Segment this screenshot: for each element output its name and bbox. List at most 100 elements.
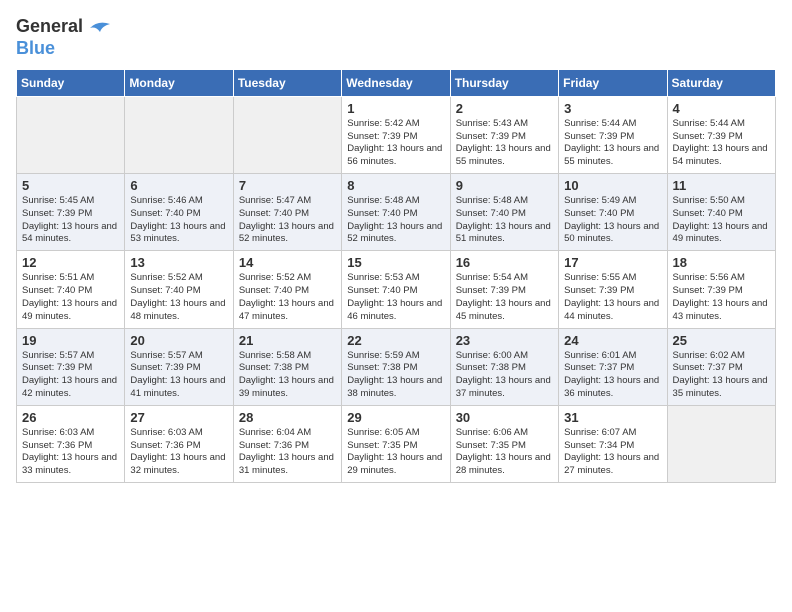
calendar-cell: 7Sunrise: 5:47 AMSunset: 7:40 PMDaylight…: [233, 174, 341, 251]
calendar-cell: 10Sunrise: 5:49 AMSunset: 7:40 PMDayligh…: [559, 174, 667, 251]
day-info: Sunset: 7:40 PM: [564, 208, 661, 221]
calendar-cell: 2Sunrise: 5:43 AMSunset: 7:39 PMDaylight…: [450, 96, 558, 173]
calendar-cell: 4Sunrise: 5:44 AMSunset: 7:39 PMDaylight…: [667, 96, 775, 173]
day-number: 21: [239, 333, 336, 348]
day-info: Sunrise: 5:55 AM: [564, 272, 661, 285]
day-info: Sunset: 7:35 PM: [347, 440, 444, 453]
day-info: Sunrise: 6:03 AM: [130, 427, 227, 440]
day-info: Daylight: 13 hours and 55 minutes.: [564, 143, 661, 169]
day-header-friday: Friday: [559, 69, 667, 96]
calendar-cell: [667, 405, 775, 482]
day-info: Sunrise: 5:48 AM: [456, 195, 553, 208]
day-header-wednesday: Wednesday: [342, 69, 450, 96]
day-info: Sunrise: 5:52 AM: [239, 272, 336, 285]
day-info: Sunrise: 5:57 AM: [22, 350, 119, 363]
day-number: 19: [22, 333, 119, 348]
day-info: Daylight: 13 hours and 27 minutes.: [564, 452, 661, 478]
day-info: Sunset: 7:40 PM: [347, 208, 444, 221]
calendar-cell: 6 Sunrise: 5:46 AMSunset: 7:40 PMDaylight…: [125, 174, 233, 251]
calendar-cell: 29Sunrise: 6:05 AMSunset: 7:35 PMDayligh…: [342, 405, 450, 482]
day-info: Sunrise: 5:48 AM: [347, 195, 444, 208]
day-info: Sunrise: 5:44 AM: [564, 118, 661, 131]
day-info: Sunrise: 5:45 AM: [22, 195, 119, 208]
day-number: 11: [673, 178, 770, 193]
day-info: Daylight: 13 hours and 49 minutes.: [22, 298, 119, 324]
calendar-cell: 30Sunrise: 6:06 AMSunset: 7:35 PMDayligh…: [450, 405, 558, 482]
day-number: 1: [347, 101, 444, 116]
day-info: Daylight: 13 hours and 44 minutes.: [564, 298, 661, 324]
day-info: Sunset: 7:39 PM: [22, 362, 119, 375]
day-header-saturday: Saturday: [667, 69, 775, 96]
calendar-table: SundayMondayTuesdayWednesdayThursdayFrid…: [16, 69, 776, 483]
calendar-cell: 20Sunrise: 5:57 AMSunset: 7:39 PMDayligh…: [125, 328, 233, 405]
day-info: Sunset: 7:40 PM: [673, 208, 770, 221]
day-info: Sunrise: 6:06 AM: [456, 427, 553, 440]
calendar-cell: 11 Sunrise: 5:50 AMSunset: 7:40 PMDayligh…: [667, 174, 775, 251]
day-info: Daylight: 13 hours and 47 minutes.: [239, 298, 336, 324]
day-info: Sunrise: 6:04 AM: [239, 427, 336, 440]
day-info: Sunset: 7:39 PM: [564, 131, 661, 144]
day-info: Sunrise: 6:05 AM: [347, 427, 444, 440]
day-info: Sunrise: 5:44 AM: [673, 118, 770, 131]
day-info: Sunset: 7:39 PM: [22, 208, 119, 221]
calendar-cell: 13Sunrise: 5:52 AMSunset: 7:40 PMDayligh…: [125, 251, 233, 328]
day-number: 25: [673, 333, 770, 348]
calendar-cell: 18Sunrise: 5:56 AMSunset: 7:39 PMDayligh…: [667, 251, 775, 328]
day-number: 6: [130, 178, 227, 193]
calendar-cell: 16 Sunrise: 5:54 AMSunset: 7:39 PMDayligh…: [450, 251, 558, 328]
day-info: Sunset: 7:38 PM: [239, 362, 336, 375]
day-info: Sunset: 7:40 PM: [347, 285, 444, 298]
day-info: Daylight: 13 hours and 49 minutes.: [673, 221, 770, 247]
day-info: Daylight: 13 hours and 53 minutes.: [130, 221, 227, 247]
calendar-week-row: 12Sunrise: 5:51 AMSunset: 7:40 PMDayligh…: [17, 251, 776, 328]
calendar-cell: 23Sunrise: 6:00 AMSunset: 7:38 PMDayligh…: [450, 328, 558, 405]
day-info: Sunset: 7:40 PM: [130, 208, 227, 221]
day-number: 17: [564, 255, 661, 270]
calendar-cell: 19 Sunrise: 5:57 AMSunset: 7:39 PMDayligh…: [17, 328, 125, 405]
day-info: Sunset: 7:36 PM: [239, 440, 336, 453]
calendar-cell: 28Sunrise: 6:04 AMSunset: 7:36 PMDayligh…: [233, 405, 341, 482]
day-number: 16: [456, 255, 553, 270]
calendar-week-row: 5Sunrise: 5:45 AMSunset: 7:39 PMDaylight…: [17, 174, 776, 251]
day-number: 30: [456, 410, 553, 425]
day-info: Daylight: 13 hours and 41 minutes.: [130, 375, 227, 401]
day-info: Sunrise: 5:59 AM: [347, 350, 444, 363]
day-number: 15: [347, 255, 444, 270]
day-info: Daylight: 13 hours and 45 minutes.: [456, 298, 553, 324]
day-info: Daylight: 13 hours and 54 minutes.: [673, 143, 770, 169]
calendar-cell: [125, 96, 233, 173]
day-info: Sunrise: 5:54 AM: [456, 272, 553, 285]
day-number: 7: [239, 178, 336, 193]
calendar-week-row: 19Sunrise: 5:57 AMSunset: 7:39 PMDayligh…: [17, 328, 776, 405]
page-header: General Blue: [16, 16, 776, 59]
day-info: Sunrise: 5:50 AM: [673, 195, 770, 208]
day-info: Daylight: 13 hours and 54 minutes.: [22, 221, 119, 247]
day-info: Daylight: 13 hours and 52 minutes.: [239, 221, 336, 247]
day-number: 27: [130, 410, 227, 425]
calendar-header-row: SundayMondayTuesdayWednesdayThursdayFrid…: [17, 69, 776, 96]
calendar-week-row: 1Sunrise: 5:42 AMSunset: 7:39 PMDaylight…: [17, 96, 776, 173]
calendar-cell: 12Sunrise: 5:51 AMSunset: 7:40 PMDayligh…: [17, 251, 125, 328]
day-info: Daylight: 13 hours and 42 minutes.: [22, 375, 119, 401]
calendar-cell: 25Sunrise: 6:02 AMSunset: 7:37 PMDayligh…: [667, 328, 775, 405]
calendar-cell: [17, 96, 125, 173]
day-info: Daylight: 13 hours and 38 minutes.: [347, 375, 444, 401]
day-info: Sunrise: 5:57 AM: [130, 350, 227, 363]
day-info: Sunset: 7:39 PM: [456, 285, 553, 298]
calendar-cell: 21Sunrise: 5:58 AMSunset: 7:38 PMDayligh…: [233, 328, 341, 405]
day-info: Sunrise: 5:56 AM: [673, 272, 770, 285]
day-info: Daylight: 13 hours and 55 minutes.: [456, 143, 553, 169]
calendar-cell: 8Sunrise: 5:48 AMSunset: 7:40 PMDaylight…: [342, 174, 450, 251]
day-info: Sunrise: 5:46 AM: [130, 195, 227, 208]
calendar-cell: 15Sunrise: 5:53 AMSunset: 7:40 PMDayligh…: [342, 251, 450, 328]
day-info: Daylight: 13 hours and 32 minutes.: [130, 452, 227, 478]
day-info: Daylight: 13 hours and 33 minutes.: [22, 452, 119, 478]
day-info: Sunset: 7:39 PM: [456, 131, 553, 144]
day-header-monday: Monday: [125, 69, 233, 96]
day-info: Sunrise: 6:01 AM: [564, 350, 661, 363]
day-number: 12: [22, 255, 119, 270]
calendar-cell: 1Sunrise: 5:42 AMSunset: 7:39 PMDaylight…: [342, 96, 450, 173]
day-info: Daylight: 13 hours and 51 minutes.: [456, 221, 553, 247]
logo-general-text: General: [16, 16, 83, 36]
day-info: Daylight: 13 hours and 37 minutes.: [456, 375, 553, 401]
